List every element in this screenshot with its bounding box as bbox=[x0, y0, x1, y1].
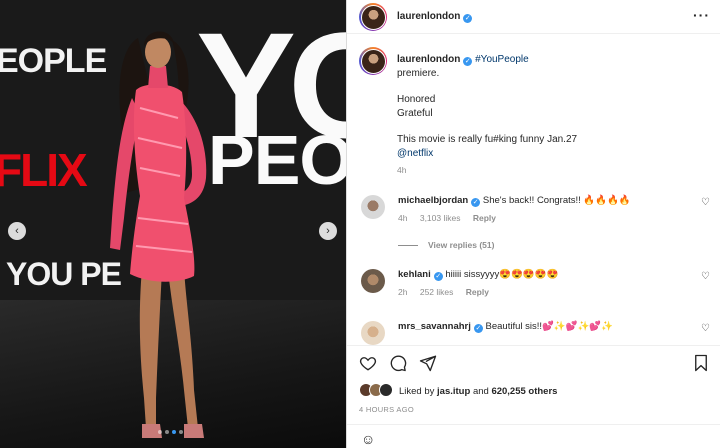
add-comment-input[interactable] bbox=[391, 434, 651, 445]
verified-badge-icon: ✓ bbox=[463, 57, 473, 66]
verified-badge-icon: ✓ bbox=[463, 14, 473, 23]
backdrop-text-netflix: FLIX bbox=[0, 144, 88, 196]
commenter-avatar[interactable] bbox=[361, 195, 385, 219]
bookmark-icon[interactable] bbox=[693, 354, 709, 372]
post-timestamp[interactable]: 4 HOURS AGO bbox=[359, 405, 414, 414]
caption-time: 4h bbox=[397, 165, 407, 175]
more-horizontal-icon[interactable]: ··· bbox=[693, 7, 710, 23]
reply-button[interactable]: Reply bbox=[466, 287, 489, 297]
comment-time: 4h bbox=[398, 213, 408, 223]
carousel-indicators bbox=[158, 430, 183, 434]
likes-conjunction: and bbox=[472, 386, 489, 397]
comment-meta: 2h 252 likes Reply bbox=[398, 287, 499, 297]
comment-meta: 4h 3,103 likes Reply bbox=[398, 213, 506, 223]
comment-time: 2h bbox=[398, 287, 408, 297]
caption-line: premiere. bbox=[397, 67, 440, 79]
commenter-avatar[interactable] bbox=[361, 269, 385, 293]
likes-text: Liked by jas.itup and 620,255 others bbox=[399, 386, 557, 397]
likes-count[interactable]: 620,255 others bbox=[491, 386, 557, 397]
view-replies-label: View replies (51) bbox=[428, 240, 495, 250]
caption-line: Honored bbox=[397, 94, 436, 105]
likes-prefix: Liked by bbox=[399, 386, 435, 397]
next-photo-button[interactable]: › bbox=[319, 222, 337, 240]
heart-icon[interactable]: ♡ bbox=[701, 197, 710, 208]
add-comment-bar: ☺ bbox=[347, 424, 720, 448]
author-avatar[interactable] bbox=[359, 3, 387, 31]
commenter-username[interactable]: kehlani bbox=[398, 269, 431, 280]
post-header: laurenlondon ✓ ··· bbox=[347, 0, 720, 34]
comment-likes[interactable]: 3,103 likes bbox=[420, 213, 461, 223]
previous-photo-button[interactable]: ‹ bbox=[8, 222, 26, 240]
comment-body: mrs_savannahrj ✓ Beautiful sis!!💕✨💕✨💕✨ bbox=[398, 321, 688, 333]
commenter-username[interactable]: mrs_savannahrj bbox=[398, 321, 471, 332]
carousel-dot bbox=[165, 430, 169, 434]
caption-username[interactable]: laurenlondon bbox=[397, 54, 460, 65]
caption-mention[interactable]: @netflix bbox=[397, 147, 697, 161]
caption: laurenlondon ✓ #YouPeople premiere. Honor… bbox=[397, 53, 697, 160]
heart-icon[interactable]: ♡ bbox=[701, 271, 710, 282]
verified-badge-icon: ✓ bbox=[473, 324, 483, 333]
comment-body: michaelbjordan ✓ She's back!! Congrats!! … bbox=[398, 195, 688, 207]
comment-body: kehlani ✓ hiiiii sissyyyy😍😍😍😍😍 bbox=[398, 269, 688, 281]
verified-badge-icon: ✓ bbox=[433, 272, 443, 281]
heart-icon[interactable] bbox=[359, 354, 377, 372]
comment-likes[interactable]: 252 likes bbox=[420, 287, 454, 297]
caption-line: Grateful bbox=[397, 107, 433, 119]
caption-author-avatar[interactable] bbox=[359, 47, 387, 75]
comment-icon[interactable] bbox=[389, 354, 407, 372]
liked-by-username[interactable]: jas.itup bbox=[437, 386, 470, 397]
likes-summary: Liked by jas.itup and 620,255 others bbox=[347, 380, 720, 402]
comment-text: She's back!! Congrats!! 🔥🔥🔥🔥 bbox=[482, 195, 631, 206]
comment-text: Beautiful sis!!💕✨💕✨💕✨ bbox=[485, 321, 613, 332]
carousel-dot-active bbox=[172, 430, 176, 434]
caption-hashtag[interactable]: #YouPeople bbox=[475, 54, 529, 65]
carousel-dot bbox=[179, 430, 183, 434]
view-replies-button[interactable]: View replies (51) bbox=[398, 240, 494, 250]
woman-figure bbox=[110, 31, 207, 438]
caption-line: This movie is really fu#king funny Jan.2… bbox=[397, 134, 578, 145]
post-sidebar: laurenlondon ✓ ··· laurenlondon ✓ #YouPeop… bbox=[346, 0, 720, 448]
author-username[interactable]: laurenlondon bbox=[397, 11, 460, 22]
reply-button[interactable]: Reply bbox=[473, 213, 496, 223]
liker-avatar[interactable] bbox=[379, 383, 393, 397]
heart-icon[interactable]: ♡ bbox=[701, 323, 710, 334]
emoji-icon[interactable]: ☺ bbox=[361, 431, 375, 447]
commenter-username[interactable]: michaelbjordan bbox=[398, 195, 468, 206]
post-photo[interactable]: EOPLE FLIX YOU PE YO PEO ‹ › bbox=[0, 0, 346, 448]
share-icon[interactable] bbox=[419, 354, 437, 372]
author-username-row: laurenlondon ✓ bbox=[397, 11, 473, 23]
commenter-avatar[interactable] bbox=[361, 321, 385, 345]
verified-badge-icon: ✓ bbox=[471, 198, 481, 207]
comment-text: hiiiii sissyyyy😍😍😍😍😍 bbox=[445, 269, 559, 280]
carousel-dot bbox=[158, 430, 162, 434]
comments-list[interactable]: laurenlondon ✓ #YouPeople premiere. Honor… bbox=[347, 35, 720, 345]
action-bar bbox=[347, 345, 720, 380]
